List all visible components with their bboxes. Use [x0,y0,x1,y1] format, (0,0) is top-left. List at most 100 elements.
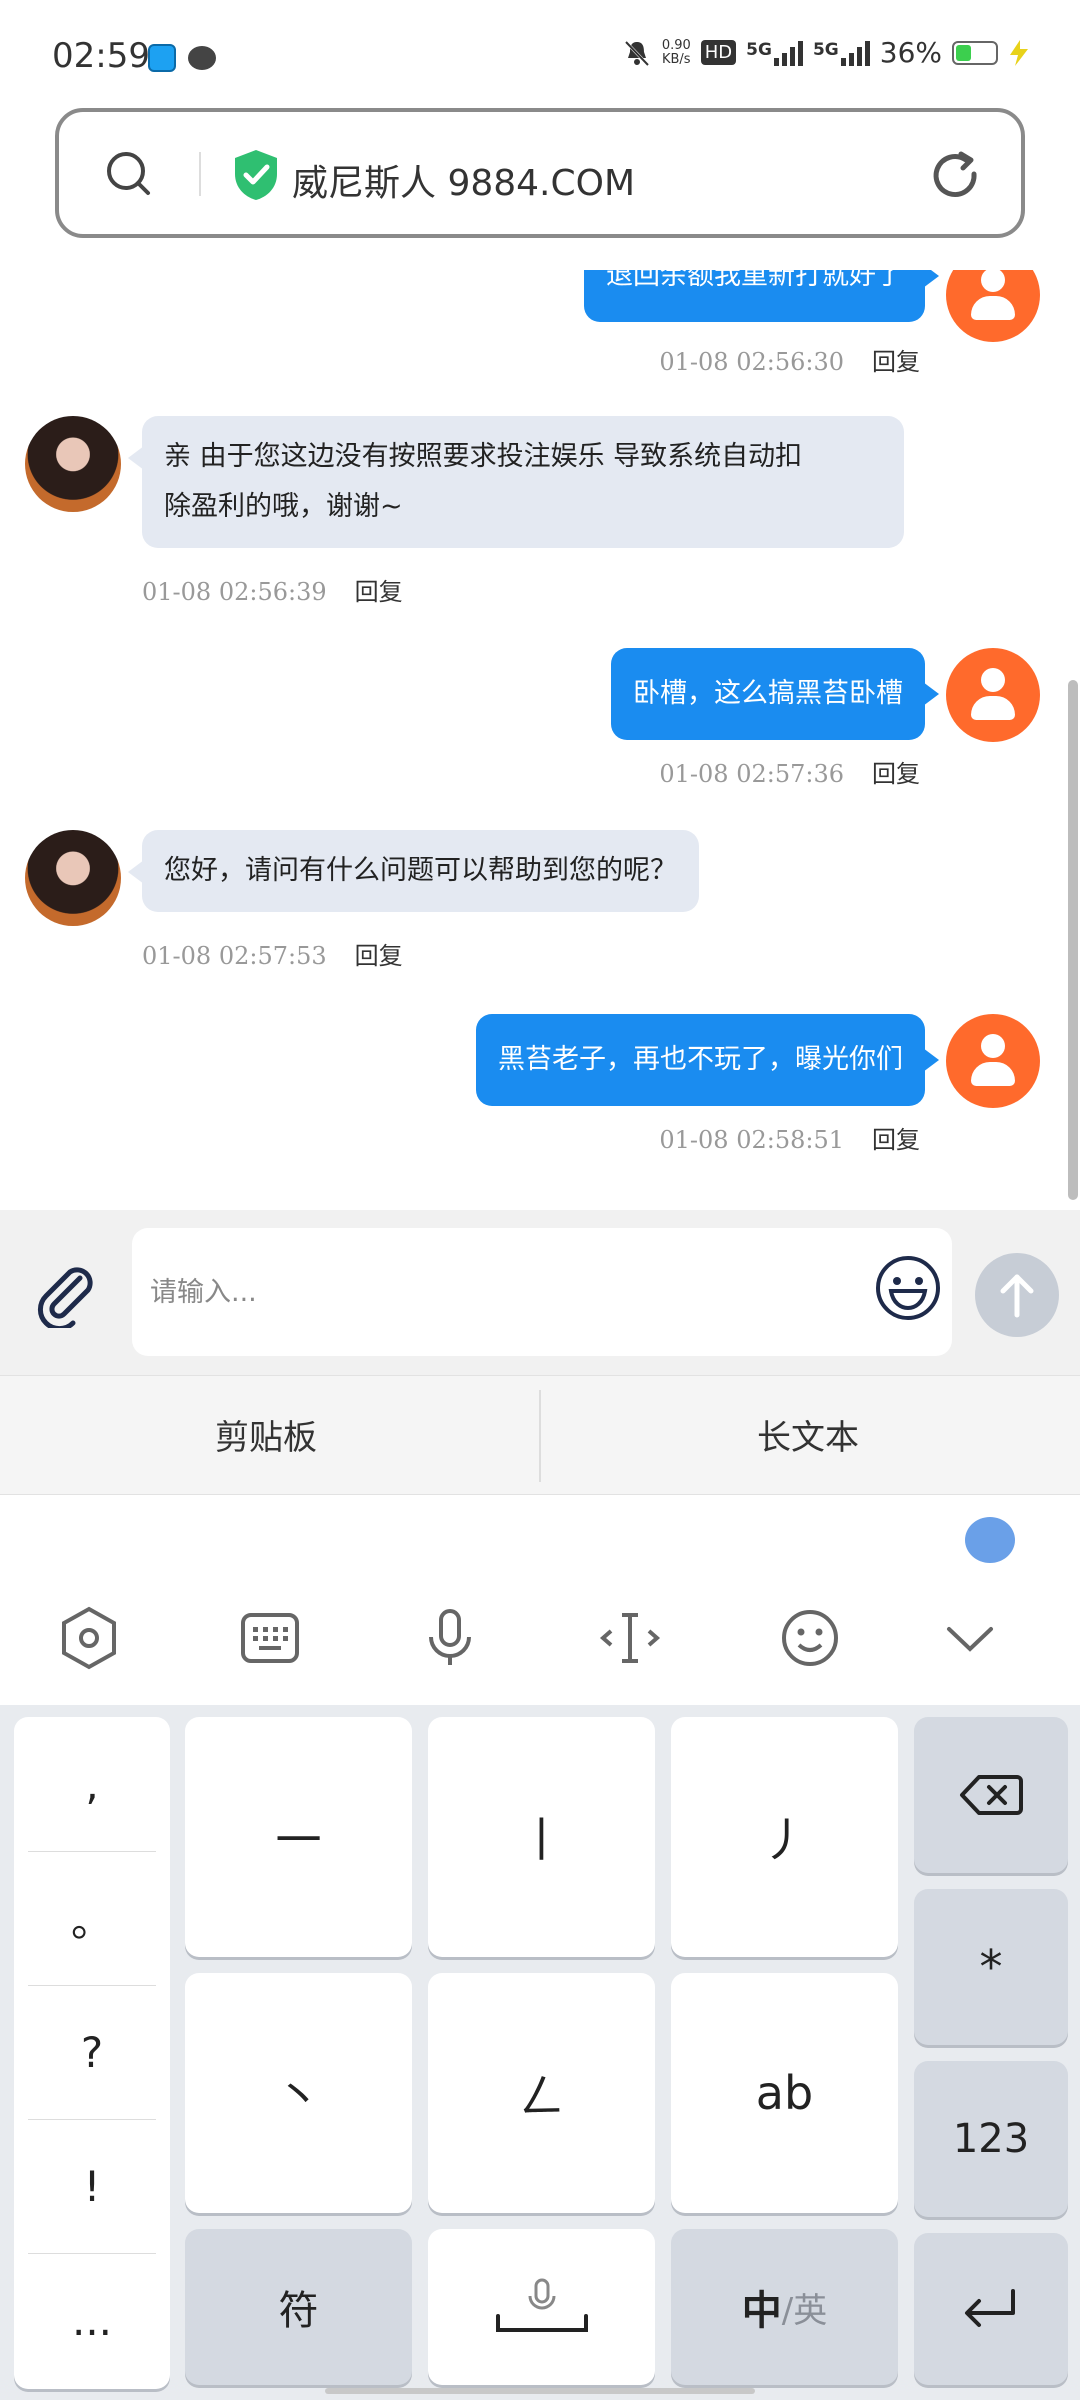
stroke-key-pie[interactable]: 丿 [671,1717,898,1957]
user-avatar [946,648,1040,742]
keyboard-clipboard-bar: 剪贴板 长文本 [0,1375,1080,1495]
user-avatar [946,1014,1040,1108]
stroke-key-shu[interactable]: 丨 [428,1717,655,1957]
language-toggle-key[interactable]: 中/英 [671,2229,898,2385]
agent-avatar [25,416,121,512]
reply-link[interactable]: 回复 [355,578,403,606]
site-title[interactable]: 威尼斯人 9884.COM [292,154,635,206]
message-text: 黑苔老子，再也不玩了，曝光你们 [498,1044,903,1075]
net-type-1: 5G [746,39,772,60]
message-text: 卧槽，这么搞黑苔卧槽 [633,678,903,709]
long-text-button[interactable]: 长文本 [757,1410,859,1459]
keyboard-icon[interactable] [237,1605,303,1671]
number-mode-key[interactable]: 123 [914,2061,1068,2217]
chat-scrollbar[interactable] [1068,680,1078,1200]
language-english-label: /英 [781,2290,828,2331]
charging-bolt-icon [1010,39,1028,66]
keyboard-toolbar [0,1495,1080,1705]
stroke-key-zhe[interactable]: ㄥ [428,1973,655,2213]
net-speed-value: 0.90 [661,37,691,53]
clipboard-button[interactable]: 剪贴板 [215,1410,317,1459]
enter-return-icon [965,2289,1015,2327]
keyboard-mascot-icon[interactable] [965,1517,1015,1563]
enter-key[interactable] [914,2233,1068,2385]
keyboard-keys: , 。 ? ! ... 一 丨 丿 * 123 丶 ㄥ ab 符 中/英 [0,1705,1080,2400]
reply-link[interactable]: 回复 [355,942,403,970]
chat-area[interactable]: 退回余额我重新打就好了 01-08 02:56:30 回复 亲 由于您这边没有按照… [0,270,1080,1210]
stroke-key-ab[interactable]: ab [671,1973,898,2213]
signal-bars-icon [773,40,803,66]
backspace-key[interactable] [914,1717,1068,1873]
battery-percent: 36% [879,36,942,69]
backspace-icon [960,1775,1023,1815]
agent-avatar [25,830,121,926]
cursor-move-icon[interactable] [597,1605,663,1671]
message-time: 01-08 02:56:30 [659,348,844,376]
message-time: 01-08 02:56:39 [142,578,327,606]
punct-key[interactable]: ! [14,2119,170,2253]
net-type-2: 5G [812,39,839,60]
settings-hexagon-icon[interactable] [56,1605,122,1671]
punct-key[interactable]: 。 [14,1851,170,1985]
agent-message-bubble[interactable]: 您好，请问有什么问题可以帮助到您的呢？ [128,830,699,912]
punct-key[interactable]: , [14,1717,170,1851]
message-meta: 01-08 02:57:53 回复 [142,936,403,971]
battery-icon [952,40,998,65]
net-speed: 0.90 KB/s [661,37,691,67]
status-time: 02:59 [52,36,150,76]
punct-key[interactable]: ... [14,2253,170,2387]
reply-link[interactable]: 回复 [872,348,920,376]
address-bar[interactable]: 威尼斯人 9884.COM [55,108,1025,238]
secure-shield-icon [235,150,277,200]
punct-key[interactable]: ? [14,1985,170,2119]
emoji-icon[interactable] [875,1255,941,1321]
message-meta: 01-08 02:57:36 回复 [659,754,920,789]
message-input-bar: 请输入... [0,1210,1080,1375]
message-input[interactable]: 请输入... [132,1228,952,1356]
home-indicator[interactable] [325,2388,755,2394]
space-key[interactable] [428,2229,655,2385]
message-input-placeholder: 请输入... [150,1277,257,1308]
message-time: 01-08 02:58:51 [659,1126,844,1154]
arrow-up-icon [1000,1274,1034,1318]
search-icon[interactable] [105,150,151,196]
emoji-face-icon[interactable] [777,1605,843,1671]
send-button[interactable] [975,1253,1059,1337]
reply-link[interactable]: 回复 [872,760,920,788]
signal-5g-2: 5G [813,40,870,66]
user-message-bubble[interactable]: 黑苔老子，再也不玩了，曝光你们 [476,1014,939,1106]
star-key[interactable]: * [914,1889,1068,2045]
signal-5g-1: 5G [746,40,803,66]
user-message-bubble[interactable]: 卧槽，这么搞黑苔卧槽 [611,648,939,740]
symbols-key[interactable]: 符 [185,2229,412,2385]
address-divider [199,152,201,196]
attachment-icon[interactable] [32,1260,100,1328]
chevron-down-icon[interactable] [937,1605,1003,1671]
space-mic-icon [495,2278,588,2332]
microphone-icon[interactable] [417,1605,483,1671]
user-avatar [946,270,1040,342]
stroke-key-dian[interactable]: 丶 [185,1973,412,2213]
reload-icon[interactable] [927,148,983,204]
message-text-line: 亲 由于您这边没有按照要求投注娱乐 导致系统自动扣 [164,441,803,472]
stroke-key-heng[interactable]: 一 [185,1717,412,1957]
message-meta: 01-08 02:56:39 回复 [142,572,403,607]
message-text: 您好，请问有什么问题可以帮助到您的呢？ [164,855,677,886]
message-text: 退回余额我重新打就好了 [606,270,903,291]
hd-badge: HD [700,40,737,65]
punctuation-column[interactable]: , 。 ? ! ... [14,1717,170,2389]
mute-bell-icon [624,40,649,66]
net-speed-unit: KB/s [661,51,691,67]
message-time: 01-08 02:57:36 [659,760,844,788]
app-notification-icon [148,44,176,72]
message-meta: 01-08 02:58:51 回复 [659,1120,920,1155]
language-chinese-label: 中 [741,2288,782,2334]
message-text-line: 除盈利的哦，谢谢~ [164,491,403,522]
agent-message-bubble[interactable]: 亲 由于您这边没有按照要求投注娱乐 导致系统自动扣 除盈利的哦，谢谢~ [128,416,904,548]
signal-bars-icon [840,40,870,66]
message-meta: 01-08 02:56:30 回复 [659,342,920,377]
message-notification-icon [188,46,216,70]
user-message-bubble[interactable]: 退回余额我重新打就好了 [584,270,939,322]
clipboard-divider [539,1390,541,1482]
reply-link[interactable]: 回复 [872,1126,920,1154]
